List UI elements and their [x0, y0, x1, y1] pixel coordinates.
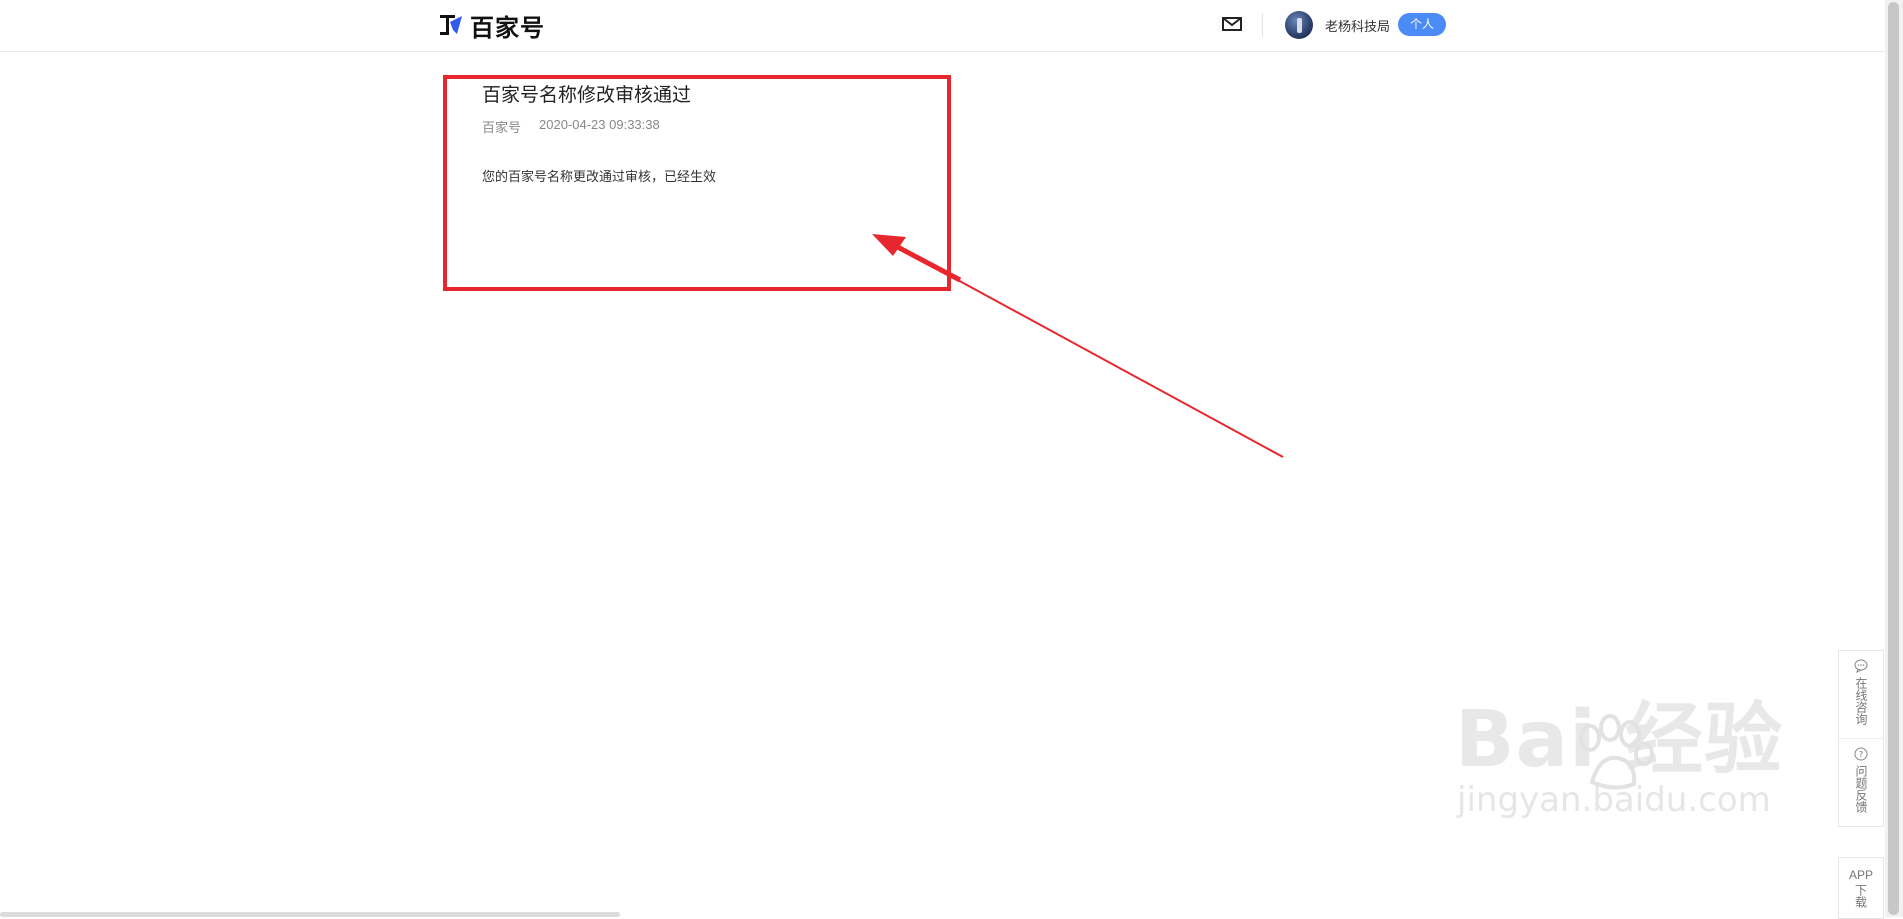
app-download-button[interactable]: APP 下载 — [1838, 857, 1884, 919]
account-type-badge: 个人 — [1398, 13, 1447, 36]
annotation-arrow-head — [872, 234, 906, 256]
app-label: APP — [1848, 868, 1873, 882]
horizontal-scrollbar[interactable] — [0, 912, 620, 917]
paw-icon — [1579, 714, 1654, 790]
feedback-button[interactable]: ? 问题反馈 — [1839, 739, 1883, 826]
message-title: 百家号名称修改审核通过 — [482, 85, 692, 106]
chat-icon — [1854, 659, 1868, 673]
header-divider — [1262, 13, 1263, 37]
message-meta: 百家号 2020-04-23 09:33:38 — [482, 117, 660, 136]
svg-text:?: ? — [1859, 751, 1864, 761]
logo-icon — [440, 15, 462, 35]
feedback-label: 问题反馈 — [1854, 765, 1868, 813]
username[interactable]: 老杨科技局 — [1325, 16, 1390, 35]
message-body: 您的百家号名称更改通过审核，已经生效 — [482, 169, 717, 184]
baijiahao-logo[interactable]: 百家号 — [438, 11, 545, 42]
side-toolbar: 在线咨询 ? 问题反馈 — [1838, 650, 1884, 827]
consult-label: 在线咨询 — [1854, 677, 1868, 725]
logo-text: 百家号 — [470, 14, 545, 42]
top-header: 百家号 老杨科技局 个人 — [0, 0, 1885, 52]
mail-icon[interactable] — [1221, 15, 1243, 33]
message-source: 百家号 — [482, 120, 522, 135]
download-label: 下载 — [1853, 884, 1868, 908]
help-icon: ? — [1854, 747, 1868, 761]
annotation-arrow-line — [887, 241, 1284, 458]
avatar[interactable] — [1285, 11, 1313, 39]
message-datetime: 2020-04-23 09:33:38 — [539, 117, 660, 132]
scrollbar-thumb[interactable] — [1888, 2, 1899, 915]
online-consult-button[interactable]: 在线咨询 — [1839, 651, 1883, 739]
